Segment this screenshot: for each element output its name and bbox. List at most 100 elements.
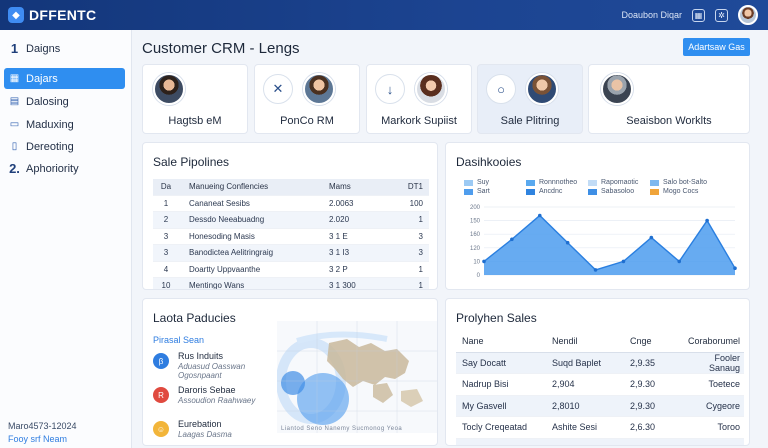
table-cell: Nadrup Bisi [462,379,509,390]
legend-label: Mogo Cocs [663,188,699,195]
projected-sales-panel: Prolyhen Sales Nane Nendil Cnge Coraboru… [445,298,750,446]
column-header[interactable]: Nendil [552,336,630,346]
lead-subtitle: Assoudion Raahwaey [178,396,256,405]
table-row[interactable]: Tomy ViadaintayA 152,15Tonae [456,438,744,445]
legend-item[interactable]: Sabasoloo [588,188,634,195]
sidebar-item-dajars[interactable]: ▦ Dajars [4,68,125,89]
sale-pipelines-panel: Sale Pipolines Da Manueing Conflencies M… [142,142,438,290]
avatar [601,73,633,105]
y-tick-label: 150 [470,219,481,225]
grid-icon[interactable]: ▦ [692,8,705,22]
contact-card-selected[interactable]: ○ Sale Plitring [477,64,583,134]
legend-label: Ronnnotheo [539,179,578,186]
lead-title: Daroris Sebae [178,385,236,395]
panel-title: Sale Pipolines [153,155,230,169]
data-point[interactable] [537,213,542,218]
column-header[interactable]: Coraborumel [682,336,744,346]
table-cell: 4 [163,264,169,274]
doc-icon: ▭ [9,119,20,130]
data-point[interactable] [649,235,654,240]
column-header[interactable]: Cnge [630,336,682,346]
table-cell: 1 [418,281,423,290]
x-icon: ✕ [263,74,293,104]
legend-swatch [650,179,659,186]
avatar [415,73,447,105]
contact-card[interactable]: ✕ PonCo RM [254,64,360,134]
contact-card[interactable]: Seaisbon Worklts [588,64,750,134]
sidebar-item-dereoting[interactable]: ▯ Dereoting [4,136,125,157]
list-item[interactable]: β Rus Induits Aduasud Oasswan Ogosnpaant [153,347,283,380]
user-name[interactable]: Doaubon Diqar [621,10,682,20]
table-cell: 100 [409,198,423,208]
column-header[interactable]: Mams [309,182,383,191]
table-cell: 2,15 [630,444,682,445]
column-header[interactable]: Da [153,182,179,191]
table-cell: 1 [418,215,423,225]
table-cell: Toetece [708,379,740,390]
brand[interactable]: ◆ DFFENTC [8,7,96,23]
table-cell: 3 1 300 [329,281,356,290]
avatar[interactable] [738,5,758,25]
contact-card[interactable]: ↓ Markork Supiist [366,64,472,134]
legend-label: Rapomaotic [601,179,639,186]
data-point[interactable] [593,268,598,272]
y-tick-label: 0 [477,273,481,279]
table-row[interactable]: 4 Doartty Uppvaanthe 3 2 P 1 [153,262,429,278]
area-chart: 200 150 160 120 10 0 [470,205,737,279]
legend-item[interactable]: Suy [464,179,489,186]
data-point[interactable] [510,237,514,242]
data-point[interactable] [482,259,486,264]
legend-item[interactable]: Rapomaotic [588,179,638,186]
y-tick-label: 120 [470,246,481,252]
list-item[interactable]: R Daroris Sebae Assoudion Raahwaey [153,381,283,411]
legend-item[interactable]: Ancdnc [526,188,562,195]
table-row[interactable]: Say Docatt Suqd Baplet 2,9.35 Fooler Sanaug [456,352,744,374]
lead-subtitle: Aduasud Oasswan Ogosnpaant [178,362,246,380]
sidebar-item-daigns[interactable]: 1 Daigns [4,38,125,59]
table-cell: 10 [161,281,171,290]
legend-item[interactable]: Sart [464,188,490,195]
sidebar-item-maduxing[interactable]: ▭ Maduxing [4,114,125,135]
footer-link[interactable]: Fooy srf Neam [8,433,77,446]
table-row[interactable]: 1 Cananeat Sesibs 2.0063 100 [153,196,429,212]
table-cell: Dessdo Neeabuadng [189,215,265,225]
table-row[interactable]: Nadrup Bisi 2,904 2,9.30 Toetece [456,374,744,396]
top-bar: ◆ DFFENTC Doaubon Diqar ▦ ✲ [0,0,768,30]
contact-label: Sale Plitring [500,115,560,127]
contact-strip: Hagtsb eM ✕ PonCo RM ↓ Markork Supiist ○… [142,64,750,134]
table-row[interactable]: 3 Banodictea Aelitringraig 3 1 I3 3 [153,245,429,262]
grid-icon: ▤ [9,96,20,107]
legend-label: Salo bot-Salto [663,179,707,186]
data-point[interactable] [565,240,570,245]
sidebar-item-dalosing[interactable]: ▤ Dalosing [4,91,125,112]
legend-item[interactable]: Mogo Cocs [650,188,698,195]
column-header[interactable]: DT1 [383,182,423,191]
table-row[interactable]: My Gasvell 2,8010 2,9.30 Cygeore [456,395,744,417]
list-item[interactable]: ☺ Eurebation Laagas Dasma [153,415,283,445]
gear-icon[interactable]: ✲ [715,8,728,22]
contact-label: PonCo RM [280,115,334,127]
table-row[interactable]: 10 Mentingo Wans 3 1 300 1 [153,278,429,290]
map-caption: Liantod Seno Nanemy Sucmonog Yeoa [281,426,403,432]
sidebar-item-label: Dereoting [26,140,74,153]
data-point[interactable] [705,218,709,223]
legend-item[interactable]: Salo bot-Salto [650,179,707,186]
legend-item[interactable]: Ronnnotheo [526,179,577,186]
data-point[interactable] [621,259,626,264]
sidebar: 1 Daigns ▦ Dajars ▤ Dalosing ▭ Maduxing … [0,30,132,448]
table-row[interactable]: 3 Honesoding Masis 3 1 E 3 [153,229,429,245]
lead-subtitle-link[interactable]: Pirasal Sean [153,335,204,345]
data-point[interactable] [677,259,682,264]
table-cell: Mentingo Wans [189,281,245,290]
column-header[interactable]: Nane [456,336,552,346]
primary-action-button[interactable]: Adartsaw Gas [683,38,750,56]
table-row[interactable]: Tocly Creqeatad Ashite Sesi 2,6.30 Toroo [456,417,744,439]
sidebar-item-aphoriority[interactable]: 2. Aphoriority [4,158,125,179]
legend-swatch [588,179,597,186]
column-header[interactable]: Manueing Conflencies [179,182,309,191]
table-row[interactable]: 2 Dessdo Neeabuadng 2.020 1 [153,212,429,229]
data-point[interactable] [733,266,737,270]
legend-swatch [464,179,473,186]
world-map[interactable] [277,321,437,433]
contact-card[interactable]: Hagtsb eM [142,64,248,134]
